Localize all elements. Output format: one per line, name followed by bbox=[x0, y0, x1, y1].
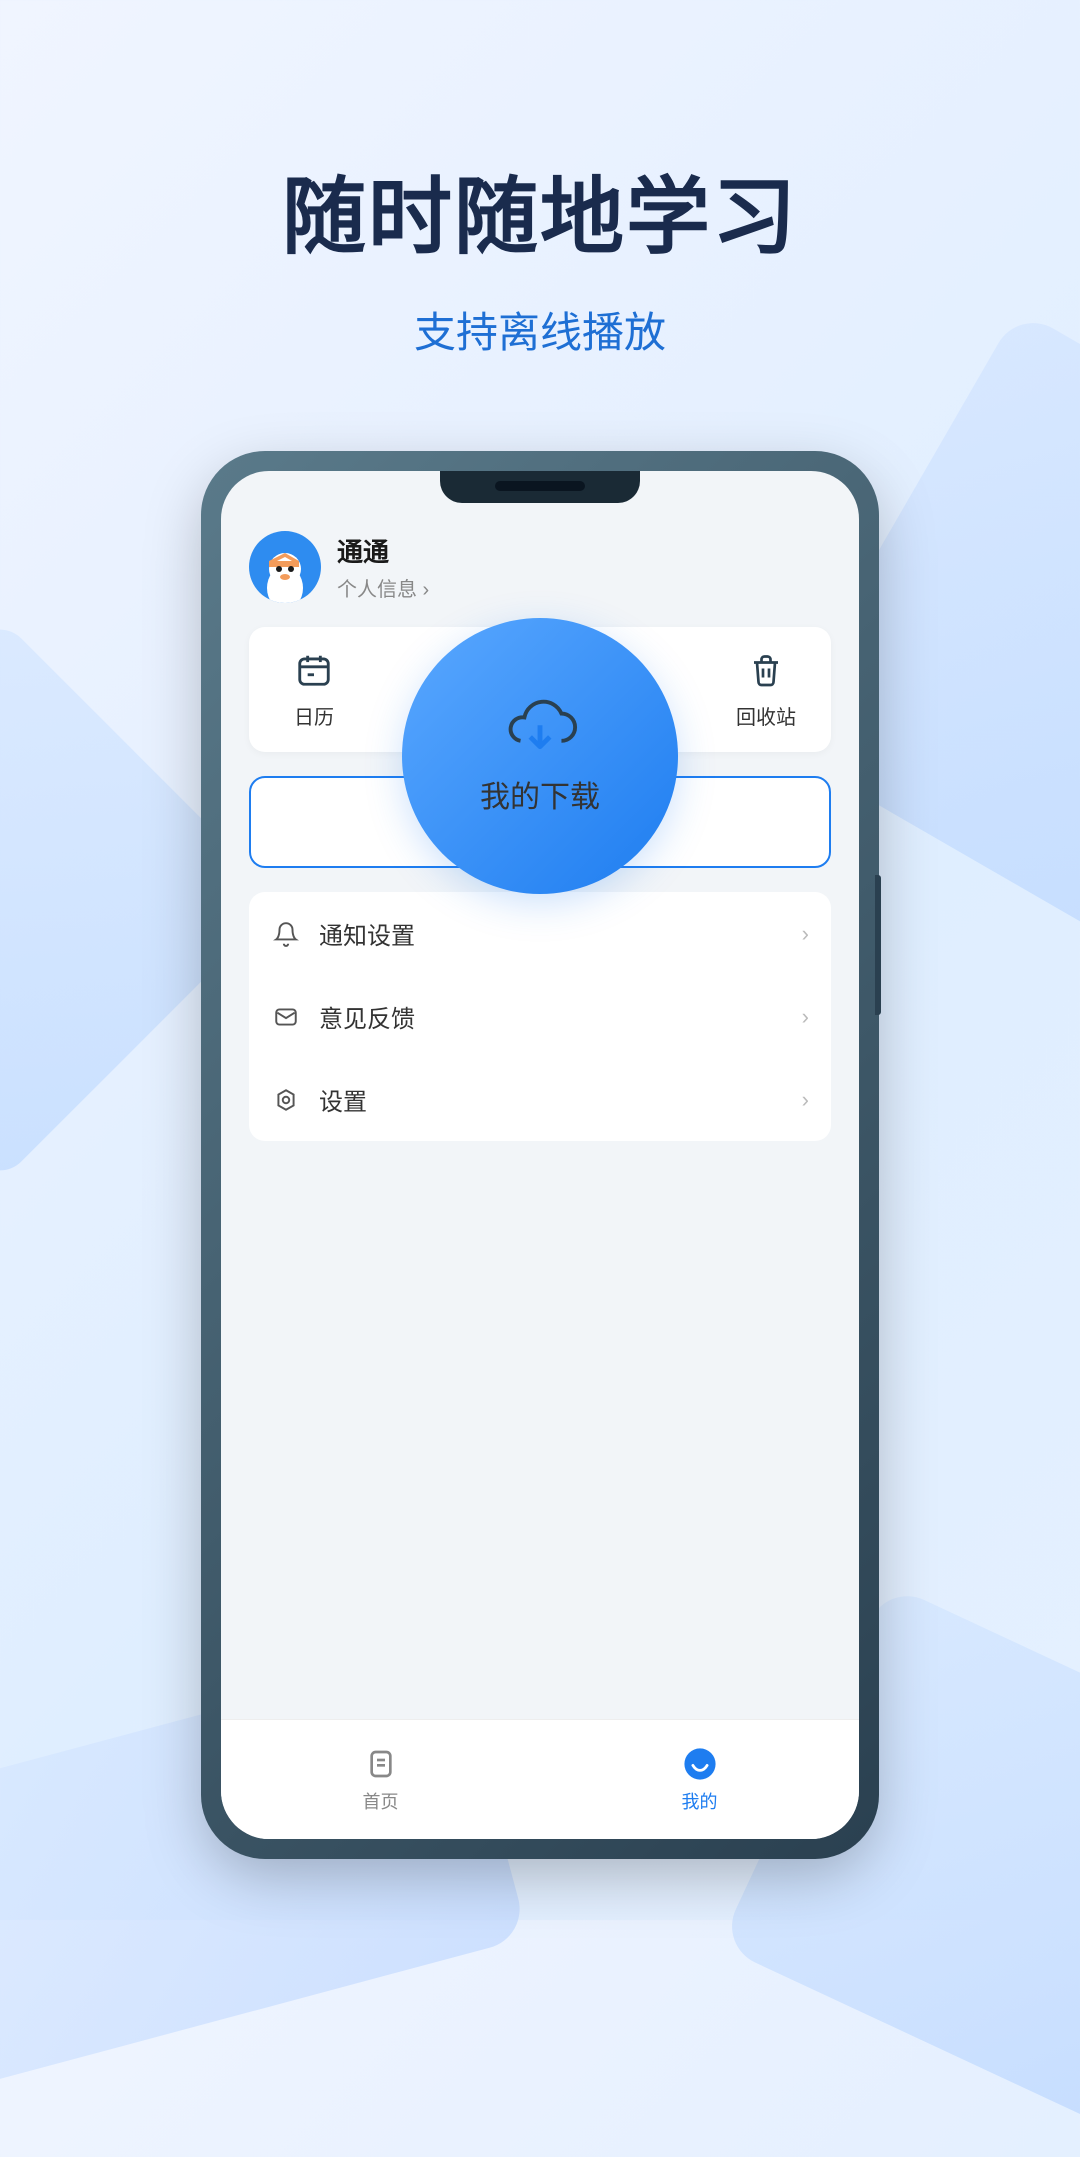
settings-row[interactable]: 设置 › bbox=[249, 1058, 831, 1141]
nav-home-label: 首页 bbox=[363, 1788, 399, 1814]
smile-icon bbox=[682, 1746, 718, 1782]
feedback-label: 意见反馈 bbox=[319, 999, 784, 1034]
avatar[interactable] bbox=[249, 531, 321, 603]
chevron-right-icon: › bbox=[802, 921, 809, 947]
download-label: 我的下载 bbox=[480, 772, 600, 816]
calendar-label: 日历 bbox=[294, 701, 334, 730]
bell-icon bbox=[271, 919, 301, 949]
notification-label: 通知设置 bbox=[319, 916, 784, 951]
calendar-icon bbox=[293, 649, 335, 691]
settings-label: 设置 bbox=[319, 1082, 784, 1117]
document-icon bbox=[363, 1746, 399, 1782]
cloud-download-icon bbox=[501, 696, 579, 754]
settings-list: 通知设置 › 意见反馈 › bbox=[249, 892, 831, 1141]
phone-screen: 通通 个人信息 日历 bbox=[221, 471, 859, 1839]
profile-row[interactable]: 通通 个人信息 bbox=[249, 531, 831, 603]
marketing-subtitle: 支持离线播放 bbox=[0, 299, 1080, 360]
download-highlight[interactable]: 我的下载 bbox=[405, 621, 675, 891]
chevron-right-icon: › bbox=[802, 1087, 809, 1113]
feedback-row[interactable]: 意见反馈 › bbox=[249, 975, 831, 1058]
chevron-right-icon: › bbox=[802, 1004, 809, 1030]
calendar-action[interactable]: 日历 bbox=[269, 649, 359, 730]
gear-icon bbox=[271, 1085, 301, 1115]
marketing-title: 随时随地学习 bbox=[0, 0, 1080, 271]
recycle-label: 回收站 bbox=[736, 701, 796, 730]
nav-home[interactable]: 首页 bbox=[221, 1720, 540, 1839]
phone-mockup: 通通 个人信息 日历 bbox=[205, 455, 875, 1855]
phone-notch bbox=[440, 471, 640, 503]
profile-info-link[interactable]: 个人信息 bbox=[337, 573, 429, 602]
notification-settings-row[interactable]: 通知设置 › bbox=[249, 892, 831, 975]
trash-icon bbox=[745, 649, 787, 691]
recycle-action[interactable]: 回收站 bbox=[721, 649, 811, 730]
phone-side-button bbox=[875, 875, 881, 1015]
mail-icon bbox=[271, 1002, 301, 1032]
bottom-nav: 首页 我的 bbox=[221, 1719, 859, 1839]
profile-name: 通通 bbox=[337, 532, 429, 569]
avatar-duck-icon bbox=[255, 543, 315, 603]
nav-mine-label: 我的 bbox=[682, 1788, 718, 1814]
nav-mine[interactable]: 我的 bbox=[540, 1720, 859, 1839]
